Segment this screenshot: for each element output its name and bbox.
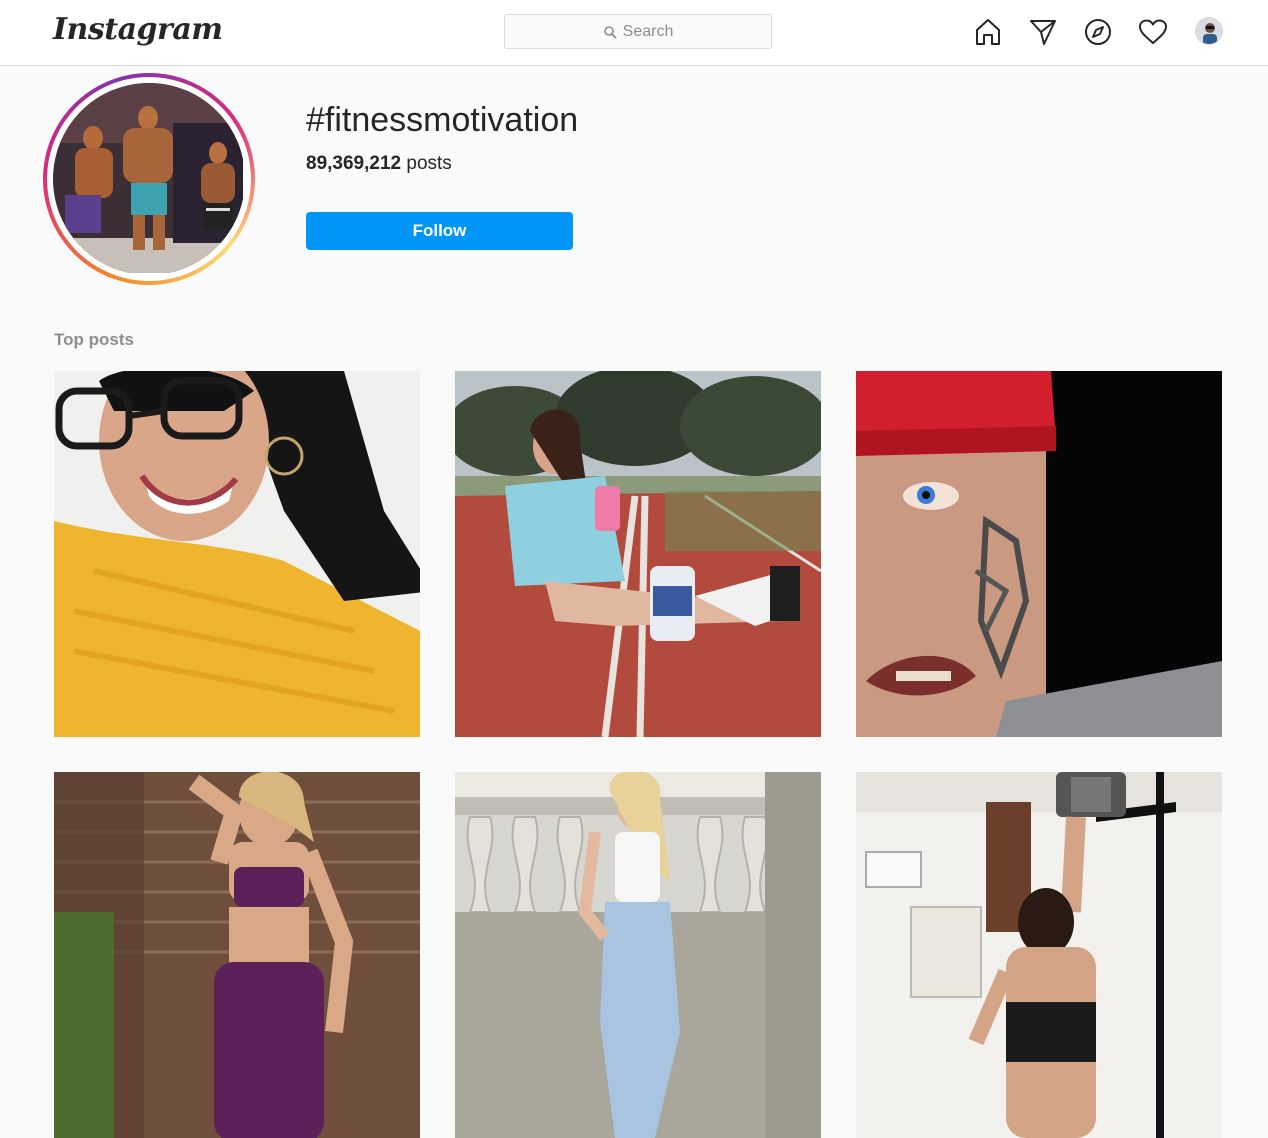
explore-icon[interactable]	[1082, 16, 1114, 48]
post-count: 89,369,212 posts	[306, 153, 452, 175]
post-thumbnail[interactable]	[455, 772, 821, 1138]
instagram-logo[interactable]: Instagram	[53, 12, 223, 47]
post-image-brick-wall	[54, 772, 420, 1138]
post-image-man-red-cap	[856, 371, 1222, 737]
top-navigation-bar: Instagram Search	[0, 0, 1268, 66]
top-posts-heading: Top posts	[54, 330, 134, 349]
search-placeholder: Search	[622, 22, 674, 40]
search-icon	[603, 25, 617, 39]
direct-message-icon[interactable]	[1027, 16, 1059, 48]
follow-button[interactable]: Follow	[306, 212, 573, 250]
post-image-running-track	[455, 371, 821, 737]
post-thumbnail[interactable]	[54, 371, 420, 737]
post-image-gym-dumbbell	[856, 772, 1222, 1138]
hashtag-title: #fitnessmotivation	[306, 101, 579, 139]
post-count-number: 89,369,212	[306, 153, 402, 174]
hashtag-profile-image	[43, 73, 255, 285]
profile-avatar[interactable]	[1195, 17, 1223, 45]
search-input[interactable]: Search	[504, 14, 772, 49]
post-thumbnail[interactable]	[856, 772, 1222, 1138]
home-icon[interactable]	[972, 16, 1004, 48]
post-thumbnail[interactable]	[856, 371, 1222, 737]
post-image-balustrade	[455, 772, 821, 1138]
post-thumbnail[interactable]	[455, 371, 821, 737]
post-thumbnail[interactable]	[54, 772, 420, 1138]
activity-heart-icon[interactable]	[1137, 16, 1169, 48]
post-count-suffix: posts	[401, 153, 452, 174]
post-image-woman-glasses	[54, 371, 420, 737]
bodybuilders-stage-photo	[53, 83, 243, 273]
